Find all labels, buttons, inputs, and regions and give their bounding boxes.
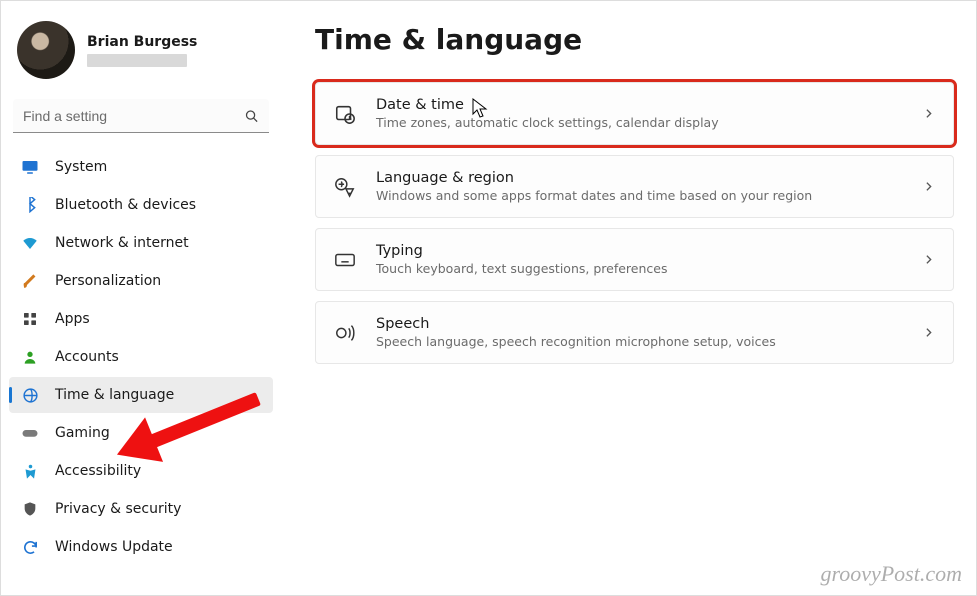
sidebar-item-label: System [55, 159, 107, 175]
sidebar-item-privacy[interactable]: Privacy & security [9, 491, 273, 527]
sidebar-item-apps[interactable]: Apps [9, 301, 273, 337]
sidebar-item-gaming[interactable]: Gaming [9, 415, 273, 451]
card-title: Speech [376, 316, 902, 332]
card-subtitle: Speech language, speech recognition micr… [376, 334, 902, 349]
sidebar-item-label: Apps [55, 311, 90, 327]
person-icon [21, 348, 39, 366]
sidebar-item-system[interactable]: System [9, 149, 273, 185]
keyboard-icon [334, 249, 356, 271]
update-icon [21, 538, 39, 556]
chevron-right-icon [922, 180, 935, 193]
card-title: Language & region [376, 170, 902, 186]
card-subtitle: Time zones, automatic clock settings, ca… [376, 115, 902, 130]
user-name: Brian Burgess [87, 34, 197, 50]
sidebar-item-label: Privacy & security [55, 501, 181, 517]
card-date-time[interactable]: Date & time Time zones, automatic clock … [315, 82, 954, 145]
search-input[interactable] [13, 99, 269, 133]
card-title: Typing [376, 243, 902, 259]
user-email-redacted [87, 54, 187, 67]
search-wrap [13, 99, 269, 133]
language-icon [334, 176, 356, 198]
sidebar-item-windows-update[interactable]: Windows Update [9, 529, 273, 565]
sidebar-item-personalization[interactable]: Personalization [9, 263, 273, 299]
card-title: Date & time [376, 97, 902, 113]
sidebar-item-label: Windows Update [55, 539, 173, 555]
sidebar-item-label: Personalization [55, 273, 161, 289]
sidebar-item-label: Accessibility [55, 463, 141, 479]
sidebar-item-accessibility[interactable]: Accessibility [9, 453, 273, 489]
card-typing[interactable]: Typing Touch keyboard, text suggestions,… [315, 228, 954, 291]
calendar-clock-icon [334, 103, 356, 125]
accessibility-icon [21, 462, 39, 480]
chevron-right-icon [922, 107, 935, 120]
shield-icon [21, 500, 39, 518]
sidebar-item-accounts[interactable]: Accounts [9, 339, 273, 375]
sidebar-item-label: Accounts [55, 349, 119, 365]
user-block[interactable]: Brian Burgess [9, 15, 273, 85]
bluetooth-icon [21, 196, 39, 214]
sidebar-item-label: Bluetooth & devices [55, 197, 196, 213]
page-title: Time & language [315, 23, 954, 56]
main: Time & language Date & time Time zones, … [281, 1, 976, 595]
avatar [17, 21, 75, 79]
card-subtitle: Touch keyboard, text suggestions, prefer… [376, 261, 902, 276]
sidebar-item-time-language[interactable]: Time & language [9, 377, 273, 413]
brush-icon [21, 272, 39, 290]
sidebar-item-bluetooth[interactable]: Bluetooth & devices [9, 187, 273, 223]
speech-icon [334, 322, 356, 344]
sidebar-item-label: Time & language [55, 387, 174, 403]
clock-globe-icon [21, 386, 39, 404]
monitor-icon [21, 158, 39, 176]
sidebar-item-label: Gaming [55, 425, 110, 441]
chevron-right-icon [922, 253, 935, 266]
sidebar-item-network[interactable]: Network & internet [9, 225, 273, 261]
sidebar-item-label: Network & internet [55, 235, 189, 251]
nav: System Bluetooth & devices Network & int… [9, 149, 273, 565]
sidebar: Brian Burgess System Bluetooth & devices… [1, 1, 281, 595]
card-language-region[interactable]: Language & region Windows and some apps … [315, 155, 954, 218]
apps-icon [21, 310, 39, 328]
wifi-icon [21, 234, 39, 252]
gamepad-icon [21, 424, 39, 442]
card-speech[interactable]: Speech Speech language, speech recogniti… [315, 301, 954, 364]
search-icon [244, 109, 259, 124]
chevron-right-icon [922, 326, 935, 339]
card-subtitle: Windows and some apps format dates and t… [376, 188, 902, 203]
